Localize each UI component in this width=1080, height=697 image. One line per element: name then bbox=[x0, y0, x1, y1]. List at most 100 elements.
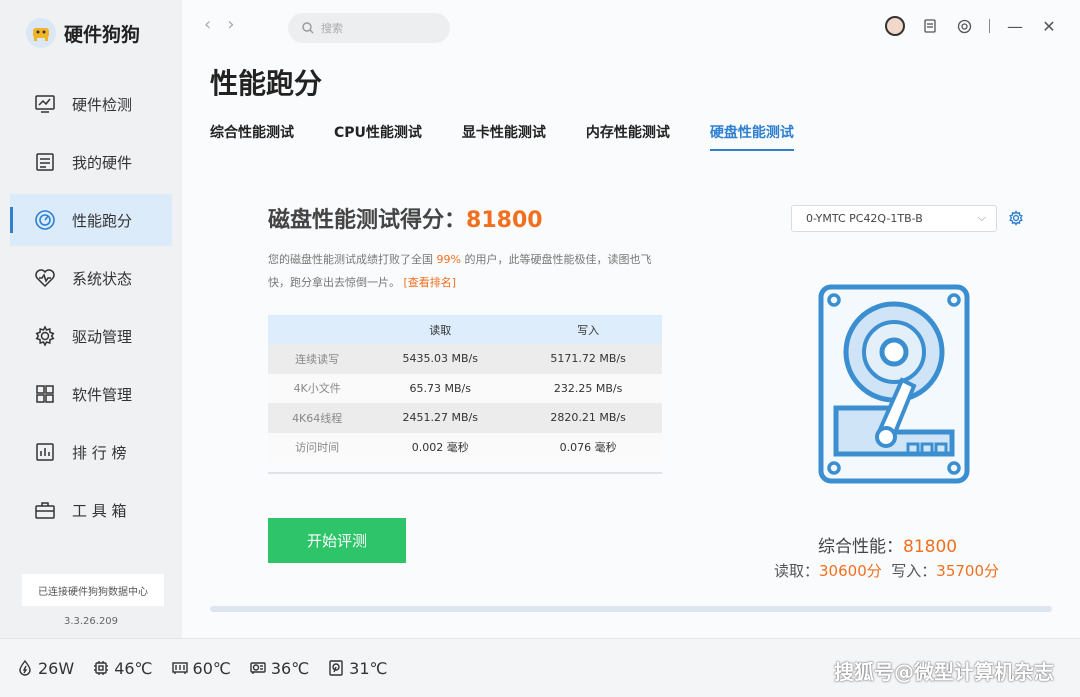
sidebar-item-system-status[interactable]: 系统状态 bbox=[10, 252, 172, 304]
ranking-chart-icon bbox=[34, 441, 56, 463]
back-button[interactable]: ‹ bbox=[204, 14, 211, 35]
history-nav: ‹ › bbox=[204, 14, 234, 35]
main-panel: ‹ › 搜索 — ✕ 性能跑分 综合性能测试 CPU性能测试 显卡性能测试 内存… bbox=[182, 0, 1080, 638]
sidebar-item-label: 排 行 榜 bbox=[72, 443, 127, 462]
memory-temp-stat: 60℃ bbox=[171, 659, 231, 678]
row-label: 4K64线程 bbox=[268, 403, 367, 433]
app-name: 硬件狗狗 bbox=[64, 23, 141, 46]
table-row: 4K小文件 65.73 MB/s 232.25 MB/s bbox=[268, 373, 662, 403]
settings-icon[interactable] bbox=[955, 17, 973, 35]
overall-score: 综合性能：81800 bbox=[818, 532, 957, 557]
gear-icon bbox=[34, 325, 56, 347]
sidebar-item-software-manage[interactable]: 软件管理 bbox=[10, 368, 172, 420]
read-score: 30600分 bbox=[819, 562, 882, 580]
gpu-icon bbox=[250, 662, 266, 674]
table-row: 4K64线程 2451.27 MB/s 2820.21 MB/s bbox=[268, 403, 662, 433]
app-logo: 硬件狗狗 bbox=[26, 18, 140, 48]
tab-gpu[interactable]: 显卡性能测试 bbox=[462, 122, 546, 151]
read-value: 2451.27 MB/s bbox=[366, 403, 515, 433]
sidebar-item-label: 工 具 箱 bbox=[72, 501, 127, 520]
memory-icon bbox=[171, 662, 188, 674]
sidebar-item-label: 我的硬件 bbox=[72, 153, 133, 172]
benchmark-tabs: 综合性能测试 CPU性能测试 显卡性能测试 内存性能测试 硬盘性能测试 bbox=[210, 122, 834, 151]
read-value: 0.002 毫秒 bbox=[366, 432, 515, 462]
connection-status: 已连接硬件狗狗数据中心 bbox=[22, 574, 164, 606]
sidebar-item-label: 软件管理 bbox=[72, 385, 133, 404]
sidebar-item-benchmark[interactable]: 性能跑分 bbox=[10, 194, 172, 246]
sidebar: 硬件狗狗 硬件检测 我的硬件 性能跑分 系统状态 驱动管理 软件管理 排 行 榜… bbox=[0, 0, 182, 638]
read-value: 65.73 MB/s bbox=[366, 373, 515, 403]
drive-settings-icon[interactable] bbox=[1006, 208, 1026, 228]
score-description: 您的磁盘性能测试成绩打败了全国 99% 的用户，此等硬盘性能极佳，读图也飞快，跑… bbox=[268, 248, 663, 294]
row-label: 连续读写 bbox=[268, 344, 367, 374]
apps-grid-icon bbox=[34, 383, 56, 405]
sidebar-item-hardware-detect[interactable]: 硬件检测 bbox=[10, 78, 172, 130]
tab-memory[interactable]: 内存性能测试 bbox=[586, 122, 670, 151]
tab-disk[interactable]: 硬盘性能测试 bbox=[709, 122, 794, 151]
avatar[interactable] bbox=[885, 16, 905, 36]
write-value: 0.076 毫秒 bbox=[514, 432, 662, 462]
sidebar-item-label: 硬件检测 bbox=[72, 95, 133, 114]
power-value: 26W bbox=[38, 658, 75, 678]
read-label: 读取： bbox=[774, 562, 820, 580]
tab-cpu[interactable]: CPU性能测试 bbox=[334, 122, 422, 151]
read-value: 5435.03 MB/s bbox=[366, 344, 515, 374]
divider bbox=[268, 472, 662, 474]
drive-select[interactable]: 0-YMTC PC42Q-1TB-B ⌵ bbox=[791, 205, 997, 232]
disk-temp-value: 31℃ bbox=[349, 658, 388, 678]
watermark: 搜狐号@微型计算机杂志 bbox=[834, 660, 1054, 684]
column-header: 读取 bbox=[366, 315, 515, 344]
gpu-temp-value: 36℃ bbox=[270, 658, 310, 678]
forward-button[interactable]: › bbox=[227, 14, 234, 35]
dog-logo-icon bbox=[26, 18, 56, 48]
minimize-button[interactable]: — bbox=[1006, 17, 1024, 36]
beat-percent: 99% bbox=[436, 253, 461, 266]
cpu-chip-icon bbox=[94, 661, 109, 675]
desc-text: 您的磁盘性能测试成绩打败了全国 bbox=[268, 253, 437, 266]
disk-score: 81800 bbox=[466, 208, 543, 233]
sidebar-item-toolbox[interactable]: 工 具 箱 bbox=[10, 484, 172, 536]
divider bbox=[989, 19, 990, 33]
hard-drive-icon bbox=[818, 284, 970, 484]
power-icon bbox=[19, 659, 31, 676]
disk-temp-stat: 31℃ bbox=[327, 658, 388, 678]
search-placeholder: 搜索 bbox=[321, 22, 343, 35]
overall-value: 81800 bbox=[903, 537, 958, 557]
write-value: 232.25 MB/s bbox=[514, 373, 662, 403]
write-label: 写入： bbox=[891, 562, 937, 580]
gpu-temp-stat: 36℃ bbox=[249, 659, 309, 678]
column-header: 写入 bbox=[514, 315, 662, 344]
disk-score-heading: 磁盘性能测试得分：81800 bbox=[268, 202, 543, 234]
feedback-icon[interactable] bbox=[921, 17, 939, 35]
bottom-divider bbox=[210, 606, 1052, 612]
sidebar-nav: 硬件检测 我的硬件 性能跑分 系统状态 驱动管理 软件管理 排 行 榜 工 具 bbox=[10, 78, 172, 542]
search-input[interactable]: 搜索 bbox=[288, 13, 450, 43]
start-benchmark-button[interactable]: 开始评测 bbox=[268, 518, 406, 563]
disk-icon bbox=[329, 660, 343, 676]
table-row: 访问时间 0.002 毫秒 0.076 毫秒 bbox=[268, 432, 662, 462]
window-controls: — ✕ bbox=[885, 16, 1058, 36]
sidebar-item-label: 驱动管理 bbox=[72, 327, 133, 346]
sidebar-item-label: 系统状态 bbox=[72, 269, 133, 288]
selected-drive: 0-YMTC PC42Q-1TB-B bbox=[806, 212, 923, 225]
read-write-scores: 读取：30600分 写入：35700分 bbox=[774, 560, 999, 581]
column-header bbox=[268, 315, 367, 344]
view-ranking-link[interactable]: [查看排名] bbox=[404, 276, 457, 289]
tab-overall[interactable]: 综合性能测试 bbox=[210, 122, 294, 151]
table-row: 连续读写 5435.03 MB/s 5171.72 MB/s bbox=[268, 344, 662, 374]
heartbeat-icon bbox=[34, 267, 56, 289]
cpu-temp-value: 46℃ bbox=[114, 658, 153, 678]
close-button[interactable]: ✕ bbox=[1040, 17, 1058, 36]
memory-temp-value: 60℃ bbox=[192, 658, 231, 678]
sidebar-item-ranking[interactable]: 排 行 榜 bbox=[10, 426, 172, 478]
speedometer-icon bbox=[34, 209, 56, 231]
sidebar-item-driver-manage[interactable]: 驱动管理 bbox=[10, 310, 172, 362]
row-label: 4K小文件 bbox=[268, 373, 367, 403]
write-score: 35700分 bbox=[936, 562, 1000, 580]
sidebar-item-my-hardware[interactable]: 我的硬件 bbox=[10, 136, 172, 188]
overall-label: 综合性能： bbox=[818, 537, 903, 557]
score-label: 磁盘性能测试得分： bbox=[268, 208, 467, 233]
page-title: 性能跑分 bbox=[210, 67, 323, 100]
write-value: 2820.21 MB/s bbox=[514, 403, 662, 433]
cpu-temp-stat: 46℃ bbox=[92, 658, 153, 678]
